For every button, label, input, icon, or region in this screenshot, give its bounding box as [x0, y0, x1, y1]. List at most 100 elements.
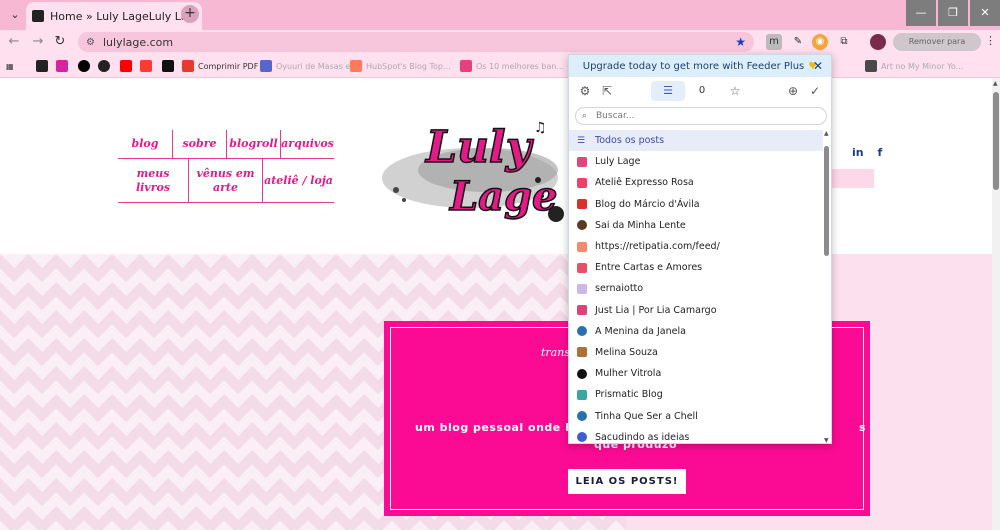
all-posts-item[interactable]: ☰ Todos os posts: [569, 130, 823, 152]
upgrade-banner[interactable]: Upgrade today to get more with Feeder Pl…: [569, 55, 831, 77]
search-placeholder: Buscar...: [596, 111, 635, 121]
active-tab[interactable]: Home » Luly LageLuly Lage ✕: [26, 2, 202, 30]
profile-avatar[interactable]: [870, 34, 886, 50]
header-search-strip: [830, 169, 874, 188]
site-info-icon[interactable]: ⚙: [86, 37, 95, 48]
feed-name: Melina Souza: [595, 346, 658, 358]
page-scrollbar[interactable]: ▲: [992, 78, 1000, 530]
feed-item[interactable]: Ateliê Expresso Rosa: [569, 172, 823, 193]
youtube-icon: [120, 60, 132, 72]
wordpress-icon: [577, 411, 587, 422]
scroll-thumb[interactable]: [993, 92, 999, 190]
feed-item[interactable]: Blog do Márcio d'Ávila: [569, 194, 823, 215]
feed-item[interactable]: https://retipatia.com/feed/: [569, 236, 823, 257]
minimize-button[interactable]: —: [906, 0, 936, 26]
restore-button[interactable]: ❐: [938, 0, 968, 26]
feed-list: ☰ Todos os posts Luly Lage Ateliê Expres…: [569, 130, 823, 443]
nav-sobre[interactable]: sobre: [172, 130, 226, 158]
unread-count[interactable]: 0: [685, 81, 719, 101]
view-switcher: ☰ 0: [651, 81, 735, 101]
feed-list-scrollbar[interactable]: ▲ ▼: [823, 130, 831, 443]
mark-read-icon[interactable]: ✓: [807, 83, 823, 99]
bookmark-label: Art no My Minor Yo...: [881, 61, 964, 71]
feed-name: Luly Lage: [595, 156, 641, 168]
bookmark-star-icon[interactable]: ★: [735, 35, 746, 49]
bookmark-favicon: [260, 60, 272, 72]
feeder-rss-icon[interactable]: ◉: [812, 34, 828, 50]
feed-item[interactable]: Prismatic Blog: [569, 384, 823, 405]
bookmark-item[interactable]: [140, 59, 156, 73]
feed-item[interactable]: Melina Souza: [569, 342, 823, 363]
feed-item[interactable]: Just Lia | Por Lia Camargo: [569, 300, 823, 321]
feed-item[interactable]: A Menina da Janela: [569, 321, 823, 342]
web-page: blog sobre blogroll arquivos meus livros…: [0, 78, 992, 530]
feed-item[interactable]: Sai da Minha Lente: [569, 215, 823, 236]
extension-m-icon[interactable]: m: [766, 34, 782, 50]
threads-icon: [78, 60, 90, 72]
open-reader-icon[interactable]: ⇱: [599, 83, 615, 99]
feed-item[interactable]: Mulher Vitrola: [569, 363, 823, 384]
extensions-puzzle-icon[interactable]: ⧉: [836, 34, 852, 50]
bookmark-favicon: [162, 60, 174, 72]
feed-name: Blog do Márcio d'Ávila: [595, 198, 700, 210]
bookmark-item[interactable]: [162, 59, 178, 73]
bookmark-item[interactable]: Art no My Minor Yo...: [865, 59, 963, 73]
bookmark-item[interactable]: [120, 59, 136, 73]
close-banner-icon[interactable]: ✕: [813, 59, 823, 73]
feed-name: Sacudindo as ideias: [595, 431, 690, 443]
nav-venus-em-arte[interactable]: vênus em arte: [188, 159, 262, 202]
apps-grid-icon[interactable]: ▦: [6, 59, 14, 73]
bookmark-item[interactable]: [36, 59, 52, 73]
close-window-button[interactable]: ✕: [970, 0, 1000, 26]
feed-item[interactable]: Tinha Que Ser a Chell: [569, 405, 823, 426]
bookmark-item[interactable]: Os 10 melhores ban...: [460, 59, 564, 73]
feed-favicon: [577, 368, 587, 379]
site-logo[interactable]: Luly Lage ♫: [378, 106, 578, 230]
tab-search-chevron-icon[interactable]: ⌄: [6, 6, 24, 24]
address-bar[interactable]: ⚙ lulylage.com ★: [78, 32, 754, 52]
hero-tagline-tail: s: [859, 421, 866, 434]
nav-atelie-loja[interactable]: ateliê / loja: [262, 159, 334, 202]
bookmark-item[interactable]: Oyuuri de Masas e...: [260, 59, 358, 73]
list-view-icon[interactable]: ☰: [651, 81, 685, 101]
menu-dots-icon[interactable]: ⋮: [985, 34, 996, 47]
bookmark-item[interactable]: [98, 59, 114, 73]
feed-item[interactable]: Entre Cartas e Amores: [569, 257, 823, 278]
back-icon[interactable]: ←: [6, 34, 22, 50]
add-feed-icon[interactable]: ⊕: [785, 83, 801, 99]
scroll-thumb[interactable]: [824, 146, 829, 256]
scroll-down-icon[interactable]: ▼: [824, 437, 829, 443]
facebook-icon[interactable]: f: [877, 146, 882, 159]
bookmark-item[interactable]: HubSpot's Blog Top...: [350, 59, 451, 73]
feed-item[interactable]: Luly Lage: [569, 151, 823, 172]
list-icon: ☰: [577, 135, 586, 146]
social-links: in f: [842, 146, 882, 159]
new-tab-button[interactable]: +: [181, 5, 199, 23]
bookmark-item[interactable]: [78, 59, 94, 73]
reload-to-update-button[interactable]: Remover para atualizar: [893, 33, 981, 64]
linkedin-icon[interactable]: in: [852, 146, 864, 159]
bookmark-label: Comprimir PDF: [198, 61, 259, 71]
nav-blogroll[interactable]: blogroll: [226, 130, 280, 158]
feed-favicon: [577, 262, 587, 273]
read-posts-button[interactable]: LEIA OS POSTS!: [568, 469, 686, 494]
forward-icon[interactable]: →: [30, 34, 46, 50]
search-icon: ⌕: [582, 111, 588, 121]
favorites-star-icon[interactable]: ☆: [727, 83, 743, 99]
reload-icon[interactable]: ↻: [52, 34, 68, 50]
feed-item[interactable]: Sacudindo as ideias: [569, 427, 823, 443]
bookmark-item[interactable]: Comprimir PDF: [182, 59, 258, 73]
svg-text:Lage: Lage: [449, 173, 557, 220]
eyedropper-icon[interactable]: ✎: [790, 34, 806, 50]
feed-search-input[interactable]: ⌕ Buscar...: [575, 107, 827, 125]
nav-arquivos[interactable]: arquivos: [280, 130, 334, 158]
bookmark-favicon: [140, 60, 152, 72]
nav-meus-livros[interactable]: meus livros: [118, 159, 188, 202]
feed-item[interactable]: sernaiotto: [569, 278, 823, 299]
scroll-up-icon[interactable]: ▲: [824, 130, 829, 137]
nav-blog[interactable]: blog: [118, 130, 172, 158]
scroll-up-icon[interactable]: ▲: [993, 80, 998, 87]
bookmark-item[interactable]: [56, 59, 72, 73]
settings-gear-icon[interactable]: ⚙: [577, 83, 593, 99]
pdf-icon: [182, 60, 194, 72]
